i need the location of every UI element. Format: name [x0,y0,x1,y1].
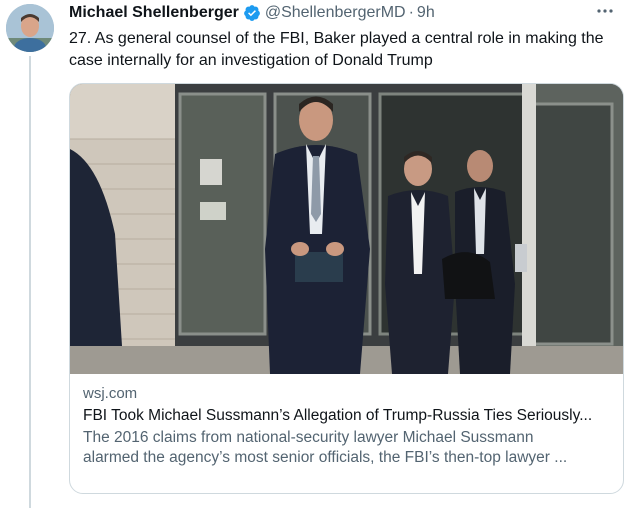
tweet-text-line: 27. As general counsel of the FBI, Baker… [69,30,604,47]
link-card-image[interactable] [70,84,623,374]
tweet[interactable]: Michael Shellenberger @ShellenbergerMD ·… [0,0,629,508]
verified-badge-icon [243,4,261,22]
tweet-text-line: case internally for an investigation of … [69,52,433,69]
author-display-name[interactable]: Michael Shellenberger [69,4,239,22]
card-description: The 2016 claims from national-security l… [83,428,610,468]
tweet-header: Michael Shellenberger @ShellenbergerMD ·… [69,3,619,23]
tweet-timestamp[interactable]: 9h [417,4,435,22]
more-options-icon[interactable] [591,0,619,23]
link-card-body: wsj.com FBI Took Michael Sussmann’s Alle… [70,374,623,468]
avatar[interactable] [6,4,54,52]
thread-line [29,56,31,508]
tweet-text: 27. As general counsel of the FBI, Baker… [69,28,619,72]
card-title: FBI Took Michael Sussmann’s Allegation o… [83,407,593,424]
card-photo [70,84,623,374]
card-description-line: The 2016 claims from national-security l… [83,429,534,446]
header-separator: · [408,4,414,21]
card-domain: wsj.com [83,385,138,402]
author-handle[interactable]: @ShellenbergerMD [265,4,406,22]
link-card[interactable]: wsj.com FBI Took Michael Sussmann’s Alle… [69,83,624,494]
card-description-line: alarmed the agency’s most senior officia… [83,449,568,466]
avatar-image [6,4,54,52]
